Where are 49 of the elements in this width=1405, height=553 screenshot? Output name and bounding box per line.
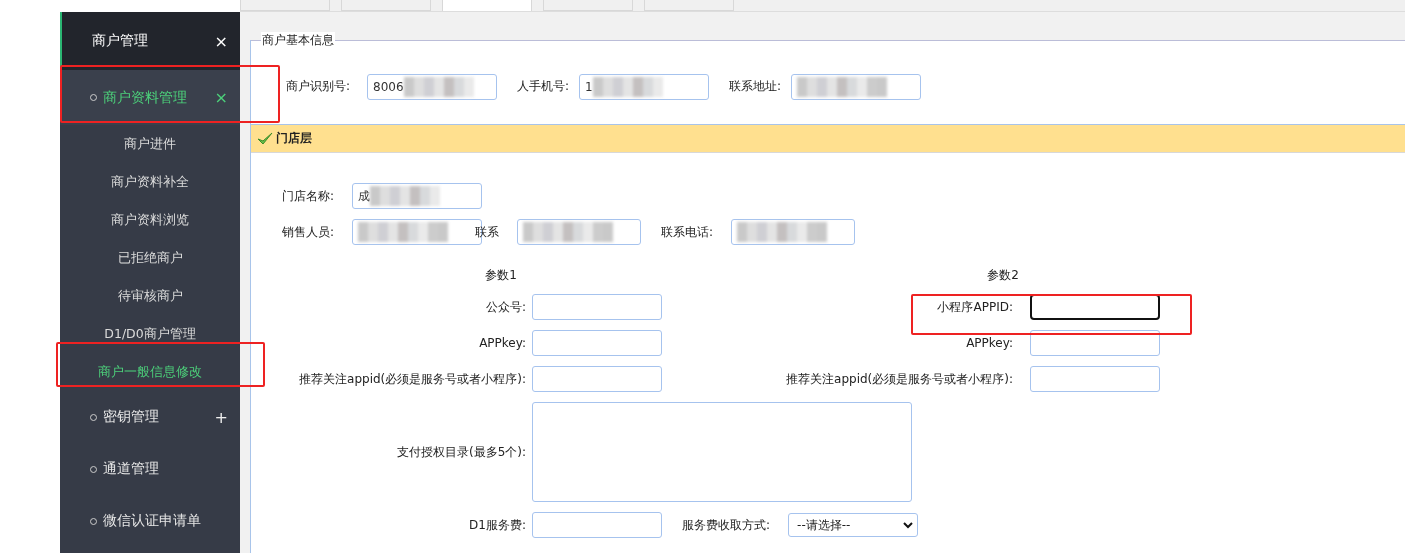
field-label: APPkey: <box>965 336 1014 350</box>
redaction-blur <box>403 76 474 97</box>
menu-section[interactable]: 商户资料管理 × <box>60 70 240 125</box>
tab[interactable] <box>240 0 330 11</box>
field-label: 门店名称: <box>282 187 335 205</box>
field-label: 人手机号: <box>517 78 570 95</box>
menu-item[interactable]: 待审核商户 <box>113 285 187 307</box>
field-label: 联系电话: <box>661 223 714 241</box>
menu-title: 商户管理 <box>92 32 148 50</box>
column-heading: 参数1 <box>484 267 518 284</box>
tab[interactable] <box>341 0 431 11</box>
menu-item[interactable]: 商户资料补全 <box>107 171 193 193</box>
input-field[interactable]: 成 <box>352 183 483 209</box>
section-title: 门店层 <box>276 130 312 147</box>
tab[interactable] <box>442 0 532 11</box>
field-label: 支付授权目录(最多5个): <box>395 443 527 461</box>
input-field[interactable]: 1 <box>579 73 710 100</box>
field-label: 商户识别号: <box>286 78 351 95</box>
tab[interactable] <box>644 0 734 11</box>
column-heading: 参数2 <box>986 267 1019 284</box>
tab[interactable] <box>543 0 633 11</box>
close-icon[interactable]: × <box>214 31 228 51</box>
select-dropdown[interactable]: --请选择-- <box>788 513 919 537</box>
redaction-blur <box>370 186 441 206</box>
field-label: 推荐关注appid(必须是服务号或者小程序): <box>785 370 1014 388</box>
text-area[interactable] <box>532 402 912 502</box>
menu-item[interactable]: D1/D0商户管理 <box>100 323 200 345</box>
input-field[interactable]: 8006 <box>367 73 498 100</box>
field-label: APPkey: <box>478 336 527 350</box>
fieldset-legend: 商户基本信息 <box>261 32 335 49</box>
menu-section[interactable]: 通道管理 <box>60 443 240 495</box>
input-field[interactable] <box>1030 294 1160 320</box>
checkmark-icon <box>257 131 273 146</box>
menu-item[interactable]: 商户进件 <box>120 133 180 155</box>
field-label: 小程序APPID: <box>936 298 1014 316</box>
field-label: 销售人员: <box>282 223 335 241</box>
menu-item[interactable]: 商户资料浏览 <box>107 209 193 231</box>
field-label: 推荐关注appid(必须是服务号或者小程序): <box>298 370 527 388</box>
field-label: 公众号: <box>484 298 527 316</box>
field-label: 服务费收取方式: <box>682 516 771 534</box>
menu-item[interactable]: 商户一般信息修改 <box>94 361 206 383</box>
chevron-icon <box>903 521 914 529</box>
menu-section[interactable]: 密钥管理 + <box>60 391 240 443</box>
field-label: 联系地址: <box>729 78 782 95</box>
menu-item[interactable]: 已拒绝商户 <box>113 247 187 269</box>
redaction-blur <box>592 76 663 97</box>
menu-section[interactable]: 微信认证申请单 <box>60 495 240 547</box>
field-label: 联系 <box>475 223 500 241</box>
field-label: D1服务费: <box>468 516 527 534</box>
